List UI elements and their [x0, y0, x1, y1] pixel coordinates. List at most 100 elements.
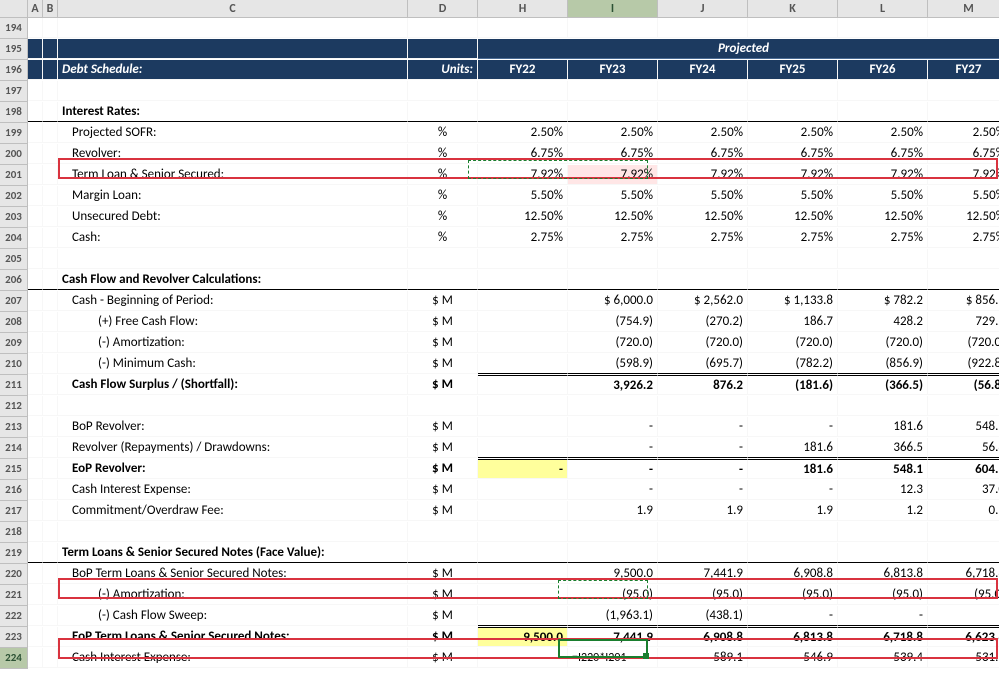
col-b[interactable]	[43, 228, 58, 248]
row-label[interactable]: Cash Flow and Revolver Calculations:	[58, 270, 408, 290]
cell[interactable]: -	[748, 417, 838, 437]
row-header-206[interactable]: 206	[0, 270, 28, 291]
cell[interactable]: 2.50%	[478, 123, 568, 143]
cell[interactable]	[478, 564, 568, 584]
cell[interactable]	[928, 522, 999, 542]
cell[interactable]: 12.50%	[568, 207, 658, 227]
col-b[interactable]	[43, 102, 58, 122]
cell[interactable]: 2.50%	[658, 123, 748, 143]
units-cell[interactable]: $ M	[408, 627, 478, 647]
col-a[interactable]	[28, 543, 43, 563]
cell[interactable]	[478, 396, 568, 416]
cell[interactable]	[478, 585, 568, 605]
col-header-A[interactable]: A	[28, 0, 43, 18]
units-cell[interactable]: $ M	[408, 459, 478, 479]
row-header-221[interactable]: 221	[0, 585, 28, 606]
row-label[interactable]	[58, 396, 408, 416]
row-label[interactable]	[58, 522, 408, 542]
col-a[interactable]	[28, 564, 43, 584]
cell[interactable]	[478, 522, 568, 542]
row-label[interactable]: Cash:	[58, 228, 408, 248]
cell[interactable]: 876.2	[658, 375, 748, 395]
row-header-202[interactable]: 202	[0, 186, 28, 207]
col-b[interactable]	[43, 648, 58, 668]
cell[interactable]: -	[658, 459, 748, 479]
cell[interactable]	[478, 648, 568, 668]
cell[interactable]: (95.0)	[748, 585, 838, 605]
cell[interactable]: $ 1,133.8	[748, 291, 838, 311]
row-header-211[interactable]: 211	[0, 375, 28, 396]
cell[interactable]	[478, 81, 568, 101]
cell[interactable]: (56.8)	[928, 375, 999, 395]
cell[interactable]	[838, 396, 928, 416]
units-cell[interactable]: $ M	[408, 417, 478, 437]
col-a[interactable]	[28, 228, 43, 248]
cell[interactable]: 1.9	[658, 501, 748, 521]
row-label[interactable]: Commitment/Overdraw Fee:	[58, 501, 408, 521]
cell[interactable]	[838, 270, 928, 290]
cell[interactable]	[568, 396, 658, 416]
row-header-200[interactable]: 200	[0, 144, 28, 165]
col-b[interactable]	[43, 438, 58, 458]
col-b[interactable]	[43, 312, 58, 332]
cell[interactable]: -	[568, 438, 658, 458]
col-a[interactable]	[28, 501, 43, 521]
col-a[interactable]	[28, 480, 43, 500]
col-header-I[interactable]: I	[568, 0, 658, 18]
cell[interactable]: (720.0)	[748, 333, 838, 353]
cell[interactable]: 1.2	[838, 501, 928, 521]
row-header-195[interactable]: 195	[0, 39, 28, 60]
row-header-201[interactable]: 201	[0, 165, 28, 186]
cell[interactable]: 6,623.8	[928, 627, 999, 647]
row-header-220[interactable]: 220	[0, 564, 28, 585]
units-cell[interactable]: $ M	[408, 354, 478, 374]
cell[interactable]: 181.6	[748, 438, 838, 458]
cell[interactable]: 2.75%	[658, 228, 748, 248]
cell[interactable]: -	[568, 480, 658, 500]
b[interactable]	[43, 60, 58, 80]
col-b[interactable]	[43, 165, 58, 185]
col-b[interactable]	[43, 291, 58, 311]
cell[interactable]: $ 856.9	[928, 291, 999, 311]
cell[interactable]: 2.75%	[478, 228, 568, 248]
units-cell[interactable]: $ M	[408, 333, 478, 353]
cell[interactable]	[568, 102, 658, 122]
col-a[interactable]	[28, 438, 43, 458]
col-a[interactable]	[28, 333, 43, 353]
row-label[interactable]: Cash Flow Surplus / (Shortfall):	[58, 375, 408, 395]
cell[interactable]: 604.9	[928, 459, 999, 479]
cell[interactable]	[748, 396, 838, 416]
cell[interactable]	[838, 543, 928, 563]
spreadsheet-grid[interactable]: ABCDHIJKLM194195Projected196Debt Schedul…	[0, 0, 999, 669]
cell[interactable]	[928, 543, 999, 563]
cell[interactable]	[478, 333, 568, 353]
cell[interactable]: 5.50%	[928, 186, 999, 206]
row-label[interactable]: EoP Revolver:	[58, 459, 408, 479]
cell[interactable]	[478, 270, 568, 290]
b[interactable]	[43, 39, 58, 59]
cell[interactable]	[478, 606, 568, 626]
row-header-199[interactable]: 199	[0, 123, 28, 144]
cell[interactable]	[478, 480, 568, 500]
row-header-223[interactable]: 223	[0, 627, 28, 648]
cell[interactable]	[478, 438, 568, 458]
row-header-208[interactable]: 208	[0, 312, 28, 333]
cell[interactable]: 6.75%	[748, 144, 838, 164]
cell[interactable]	[748, 18, 838, 38]
cell[interactable]: (95.0)	[658, 585, 748, 605]
row-label[interactable]: Revolver:	[58, 144, 408, 164]
col-a[interactable]	[28, 144, 43, 164]
row-label[interactable]: Cash Interest Expense:	[58, 648, 408, 668]
cell[interactable]	[568, 543, 658, 563]
row-label[interactable]	[58, 81, 408, 101]
row-header-196[interactable]: 196	[0, 60, 28, 81]
cell[interactable]: -	[658, 417, 748, 437]
cell[interactable]: 7.92%	[838, 165, 928, 185]
col-a[interactable]	[28, 417, 43, 437]
cell[interactable]	[928, 249, 999, 269]
cell[interactable]: (754.9)	[568, 312, 658, 332]
row-label[interactable]: Term Loan & Senior Secured:	[58, 165, 408, 185]
col-header-L[interactable]: L	[838, 0, 928, 18]
cell[interactable]: (720.0)	[658, 333, 748, 353]
units-cell[interactable]	[408, 522, 478, 542]
